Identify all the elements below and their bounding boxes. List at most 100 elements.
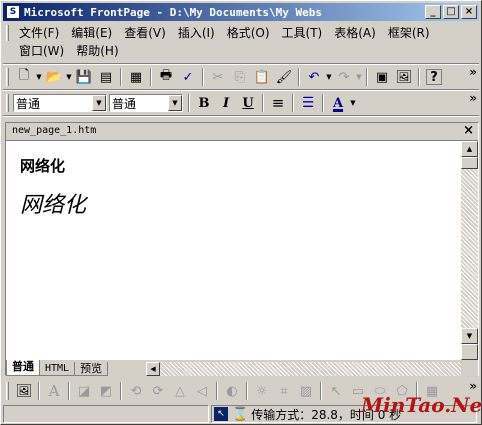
formatting-toolbar-grip[interactable] (6, 94, 9, 112)
vertical-scrollbar[interactable]: ▲ ▼ (461, 141, 478, 360)
publish-icon[interactable]: ▤ (95, 66, 117, 88)
status-arrow-icon: ↖ (214, 407, 228, 421)
save-icon[interactable]: 💾 (73, 66, 95, 88)
font-color-icon[interactable]: A (327, 92, 349, 114)
insert-picture-icon[interactable]: 🖼 (393, 66, 415, 88)
insert-picture-icon[interactable]: 🖼 (13, 380, 35, 402)
menu-row-2: 窗口(W) 帮助(H) (13, 42, 125, 60)
help-icon[interactable]: ? (426, 69, 442, 85)
menu-frames[interactable]: 框架(R) (382, 24, 436, 42)
document-tab[interactable]: new_page_1.htm (12, 125, 96, 136)
new-page-icon[interactable]: 🗋 (13, 66, 35, 88)
standard-toolbar-buttons: 🗋 ▼ 📂 ▼ 💾 ▤ ▦ 🖶 ✓ ✂ ⎘ 📋 🖌 ↶ ▼ ↷ ▼ ▣ 🖼 ? (13, 66, 442, 88)
thumbnail-icon[interactable]: ◪ (73, 380, 95, 402)
underline-button[interactable]: U (237, 92, 259, 114)
tab-html[interactable]: HTML (39, 362, 76, 376)
minimize-button[interactable]: _ (425, 5, 441, 19)
flip-horizontal-icon[interactable]: ◁ (191, 380, 213, 402)
maximize-button[interactable]: □ (443, 5, 459, 19)
align-center-icon[interactable]: ≡ (267, 92, 289, 114)
menu-file[interactable]: 文件(F) (13, 24, 65, 42)
heading-italic-text[interactable]: 网络化 (20, 187, 86, 219)
toolbar-separator (366, 68, 368, 86)
toolbar-separator (298, 68, 300, 86)
brightness-icon[interactable]: ☼ (251, 380, 273, 402)
heading-bold-text[interactable]: 网络化 (20, 155, 65, 176)
frontpage-window: S Microsoft FrontPage - D:\My Documents\… (0, 0, 482, 425)
chevron-down-icon[interactable]: ▼ (92, 95, 106, 111)
format-painter-icon[interactable]: 🖌 (273, 66, 295, 88)
tab-preview[interactable]: 预览 (74, 362, 109, 376)
bullets-icon[interactable]: ☰ (297, 92, 319, 114)
menu-tools[interactable]: 工具(T) (276, 24, 329, 42)
formatting-toolbar: 普通 ▼ 普通 ▼ B I U ≡ ☰ A ▼ » (5, 91, 479, 115)
menu-insert[interactable]: 插入(I) (172, 24, 221, 42)
document-pane: new_page_1.htm × 网络化 网络化 ▲ ▼ 普通 HTML 预览 … (5, 122, 479, 376)
formatting-toolbar-buttons: 普通 ▼ 普通 ▼ B I U ≡ ☰ A ▼ (13, 92, 357, 114)
copy-icon[interactable]: ⎘ (229, 66, 251, 88)
menu-window[interactable]: 窗口(W) (13, 42, 70, 60)
toolbar-options-chevron-icon[interactable]: » (469, 66, 477, 78)
menu-edit[interactable]: 编辑(E) (65, 24, 118, 42)
menu-format[interactable]: 格式(O) (221, 24, 276, 42)
undo-icon[interactable]: ↶ (303, 66, 325, 88)
flip-vertical-icon[interactable]: △ (169, 380, 191, 402)
toolbar-separator (216, 382, 218, 400)
toolbar-options-chevron-icon[interactable]: » (469, 380, 477, 392)
toolbar-divider (3, 115, 479, 117)
contrast-icon[interactable]: ◐ (221, 380, 243, 402)
standard-toolbar-grip[interactable] (6, 68, 9, 86)
rotate-right-icon[interactable]: ⟳ (147, 380, 169, 402)
menu-grip[interactable] (6, 25, 9, 41)
menu-table[interactable]: 表格(A) (328, 24, 382, 42)
scroll-corner (461, 344, 478, 360)
toolbar-separator (262, 94, 264, 112)
page-editor[interactable]: 网络化 网络化 (6, 141, 461, 360)
toolbar-separator (292, 94, 294, 112)
close-document-icon[interactable]: × (463, 123, 474, 138)
cut-icon[interactable]: ✂ (207, 66, 229, 88)
standard-toolbar: 🗋 ▼ 📂 ▼ 💾 ▤ ▦ 🖶 ✓ ✂ ⎘ 📋 🖌 ↶ ▼ ↷ ▼ ▣ 🖼 ? … (5, 65, 479, 89)
toolbar-separator (418, 68, 420, 86)
toolbar-options-chevron-icon[interactable]: » (469, 92, 477, 104)
paste-icon[interactable]: 📋 (251, 66, 273, 88)
menu-help[interactable]: 帮助(H) (70, 42, 124, 60)
open-dropdown-arrow[interactable]: ▼ (65, 73, 73, 81)
menu-view[interactable]: 查看(V) (118, 24, 172, 42)
close-button[interactable]: × (461, 5, 477, 19)
italic-button[interactable]: I (215, 92, 237, 114)
font-select[interactable]: 普通 ▼ (109, 94, 183, 112)
horizontal-scrollbar[interactable]: ◀ (146, 362, 461, 376)
chevron-down-icon[interactable]: ▼ (168, 95, 182, 111)
toolbar-separator (120, 68, 122, 86)
rotate-left-icon[interactable]: ⟲ (125, 380, 147, 402)
status-panel-left (3, 405, 209, 423)
spelling-icon[interactable]: ✓ (177, 66, 199, 88)
font-color-dropdown-arrow[interactable]: ▼ (349, 99, 357, 107)
hourglass-icon: ⌛ (232, 406, 249, 422)
scroll-up-icon[interactable]: ▲ (461, 141, 478, 157)
toolbar-separator (188, 94, 190, 112)
redo-dropdown-arrow[interactable]: ▼ (355, 73, 363, 81)
crop-icon[interactable]: ⌗ (273, 380, 295, 402)
frontpage-app-icon[interactable]: S (6, 5, 20, 19)
print-icon[interactable]: 🖶 (155, 66, 177, 88)
bold-button[interactable]: B (193, 92, 215, 114)
insert-component-icon[interactable]: ▣ (371, 66, 393, 88)
select-icon[interactable]: ↖ (325, 380, 347, 402)
redo-icon[interactable]: ↷ (333, 66, 355, 88)
folder-list-icon[interactable]: ▦ (125, 66, 147, 88)
title-bar[interactable]: S Microsoft FrontPage - D:\My Documents\… (3, 3, 479, 21)
undo-dropdown-arrow[interactable]: ▼ (325, 73, 333, 81)
style-select[interactable]: 普通 ▼ (13, 94, 107, 112)
tab-normal[interactable]: 普通 (6, 360, 40, 376)
scroll-left-icon[interactable]: ◀ (146, 362, 160, 376)
open-folder-icon[interactable]: 📂 (43, 66, 65, 88)
pictures-toolbar-grip[interactable] (6, 382, 9, 400)
position-icon[interactable]: ◩ (95, 380, 117, 402)
text-icon[interactable]: A (43, 380, 65, 402)
transparent-icon[interactable]: ▨ (295, 380, 317, 402)
scrollbar-thumb[interactable] (461, 157, 478, 169)
scroll-down-icon[interactable]: ▼ (461, 328, 478, 344)
new-dropdown-arrow[interactable]: ▼ (35, 73, 43, 81)
